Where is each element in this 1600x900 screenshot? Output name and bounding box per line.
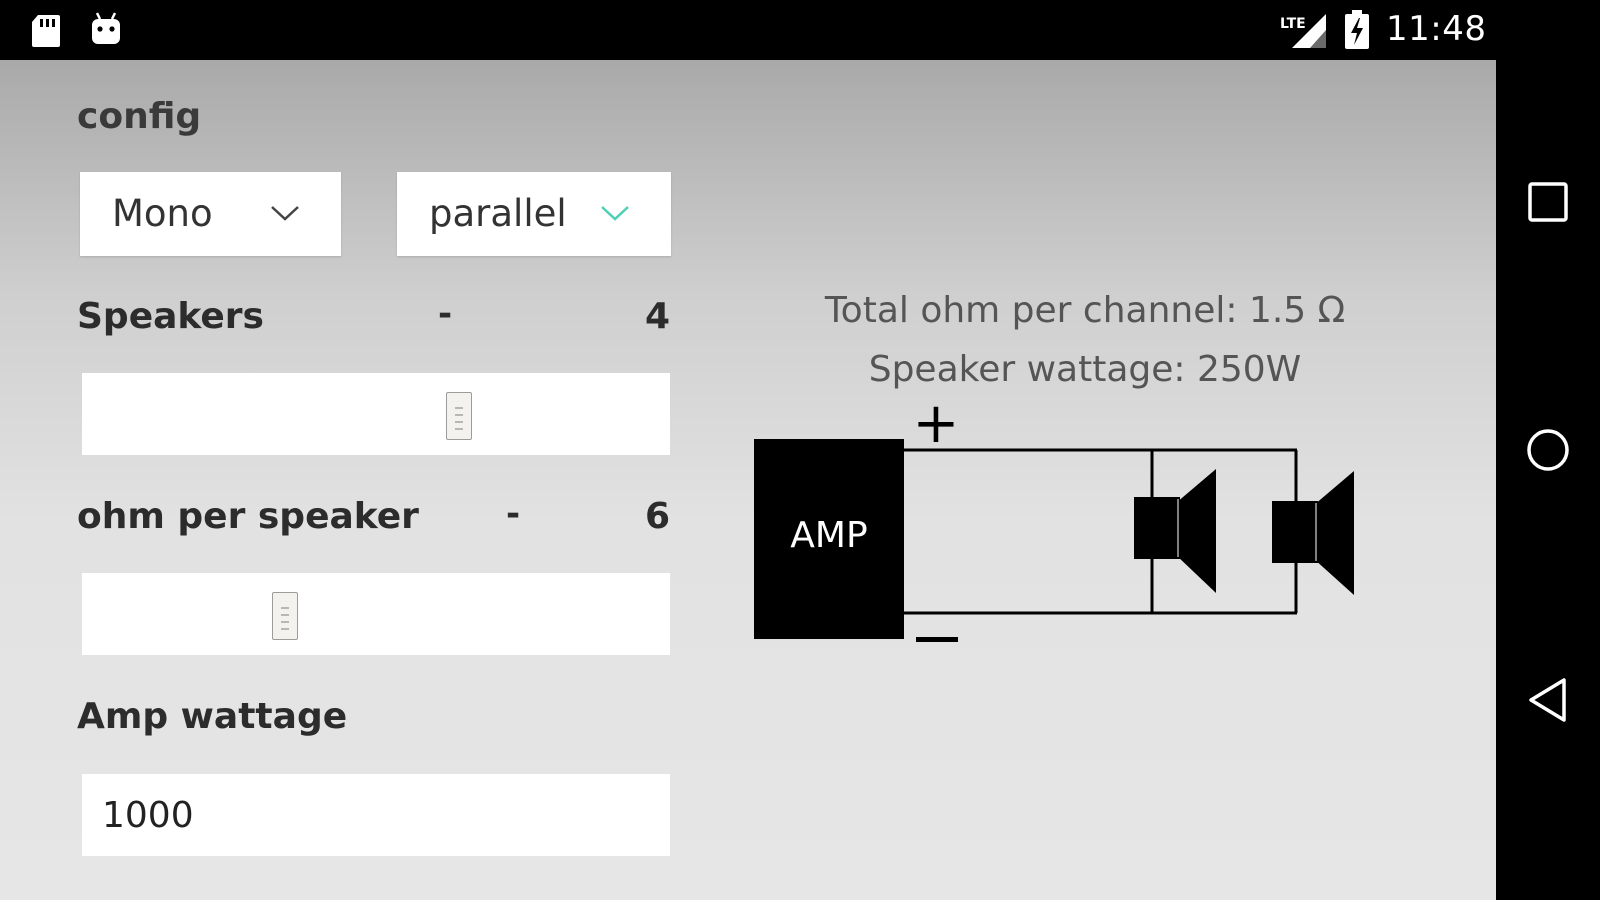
app-content: config Mono parallel Speakers - 4 ohm pe…	[0, 60, 1496, 900]
wiring-diagram: AMP +	[754, 397, 1354, 642]
status-bar: LTE 11:48	[0, 0, 1600, 60]
wiring-dropdown[interactable]: parallel	[397, 172, 671, 256]
mode-dropdown-value: Mono	[112, 192, 213, 235]
ohm-per-speaker-label: ohm per speaker	[77, 496, 419, 537]
amp-label: AMP	[790, 515, 867, 556]
recents-square-icon[interactable]	[1526, 180, 1570, 224]
mode-dropdown[interactable]: Mono	[80, 172, 341, 256]
back-triangle-icon[interactable]	[1526, 676, 1570, 724]
speaker-wattage-text: Speaker wattage: 250W	[868, 349, 1302, 390]
amp-wattage-label: Amp wattage	[77, 696, 348, 737]
ohm-per-speaker-value: 6	[644, 496, 670, 537]
status-clock: 11:48	[1386, 9, 1487, 49]
speakers-value: 4	[644, 296, 670, 337]
speakers-slider[interactable]	[82, 373, 670, 455]
battery-charging-icon	[1345, 10, 1369, 49]
ohm-slider[interactable]	[82, 573, 670, 655]
ohm-decrement-button[interactable]: -	[506, 494, 520, 534]
speaker-icon	[1134, 469, 1216, 593]
chevron-down-icon	[601, 206, 629, 221]
speaker-icon	[1272, 471, 1354, 595]
speakers-decrement-button[interactable]: -	[438, 294, 452, 334]
lte-label: LTE	[1280, 16, 1306, 32]
navigation-bar	[1496, 60, 1600, 900]
plus-terminal-label: +	[913, 397, 960, 456]
total-ohm-text: Total ohm per channel: 1.5 Ω	[824, 290, 1346, 331]
config-label: config	[77, 96, 202, 137]
speakers-slider-thumb[interactable]	[446, 392, 472, 440]
amp-wattage-input[interactable]	[82, 774, 670, 856]
ohm-slider-thumb[interactable]	[272, 592, 298, 640]
sd-card-icon	[32, 15, 60, 47]
amp-wattage-field-box	[82, 774, 670, 856]
lte-signal-icon: LTE	[1280, 14, 1326, 48]
chevron-down-icon	[271, 206, 299, 221]
android-debug-icon	[92, 12, 120, 44]
speakers-label: Speakers	[77, 296, 264, 337]
home-circle-icon[interactable]	[1526, 428, 1570, 472]
minus-terminal-mark	[916, 637, 958, 642]
wiring-dropdown-value: parallel	[429, 192, 567, 235]
